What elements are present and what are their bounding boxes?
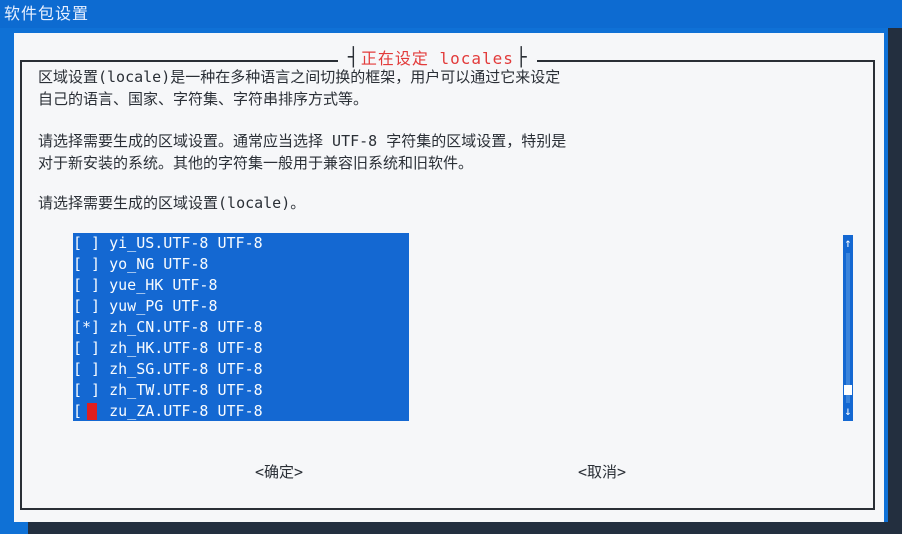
scroll-down-icon[interactable]: ↓: [843, 405, 853, 417]
ok-button[interactable]: <确定>: [255, 461, 303, 483]
window-title: 软件包设置: [4, 4, 90, 23]
description-line: 请选择需要生成的区域设置。通常应当选择 UTF-8 字符集的区域设置，特别是: [38, 132, 567, 150]
locale-option[interactable]: [ ] zh_TW.UTF-8 UTF-8: [73, 380, 409, 400]
cancel-button[interactable]: <取消>: [578, 461, 626, 483]
description-line: 对于新安装的系统。其他的字符集一般用于兼容旧系统和旧软件。: [38, 154, 474, 172]
locale-option[interactable]: [ ] zh_HK.UTF-8 UTF-8: [73, 338, 409, 358]
terminal-shadow-right: [888, 28, 902, 534]
selection-cursor: [87, 403, 97, 420]
title-right-bracket: ├: [515, 46, 527, 68]
scroll-up-icon[interactable]: ↑: [843, 237, 853, 249]
window-titlebar: 软件包设置: [0, 0, 902, 28]
locale-option[interactable]: [ ] zh_SG.UTF-8 UTF-8: [73, 359, 409, 379]
description-line: 区域设置(locale)是一种在多种语言之间切换的框架，用户可以通过它来设定: [38, 68, 561, 86]
scrollbar[interactable]: ↑ ↓: [843, 235, 853, 421]
locale-option[interactable]: [ ] yue_HK UTF-8: [73, 275, 409, 295]
locale-list[interactable]: [ ] yi_US.UTF-8 UTF-8 [ ] yo_NG UTF-8 [ …: [73, 233, 409, 421]
terminal-shadow-bottom: [28, 522, 902, 534]
locale-option[interactable]: [ ] yuw_PG UTF-8: [73, 296, 409, 316]
locale-option[interactable]: [ ] yo_NG UTF-8: [73, 254, 409, 274]
scroll-track[interactable]: [846, 253, 850, 403]
locale-option[interactable]: [*] zh_CN.UTF-8 UTF-8: [73, 317, 409, 337]
locale-option[interactable]: [ ] zu_ZA.UTF-8 UTF-8: [73, 401, 409, 421]
title-left-bracket: ┤: [348, 46, 359, 68]
scroll-thumb[interactable]: [844, 385, 852, 395]
locale-option[interactable]: [ ] yi_US.UTF-8 UTF-8: [73, 233, 409, 253]
description-line: 自己的语言、国家、字符集、字符串排序方式等。: [38, 90, 369, 108]
description-line: 请选择需要生成的区域设置(locale)。: [38, 194, 306, 212]
